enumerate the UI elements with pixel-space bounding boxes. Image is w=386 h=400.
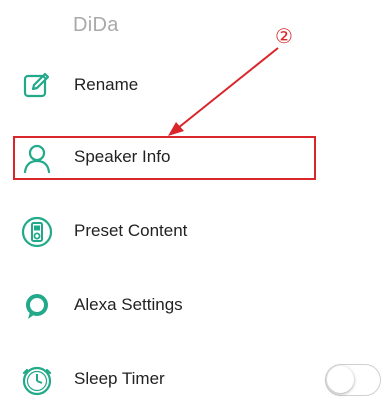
edit-icon <box>21 70 53 102</box>
annotation-arrow <box>168 47 279 136</box>
menu-item-label: Sleep Timer <box>74 369 165 388</box>
menu-item-label: Rename <box>74 75 139 94</box>
alexa-icon <box>21 290 53 322</box>
speaker-device-icon <box>21 216 53 248</box>
annotation-number: ② <box>275 24 293 48</box>
menu-item-speaker-info[interactable]: Speaker Info <box>0 138 386 178</box>
menu-item-rename[interactable]: Rename <box>0 66 386 106</box>
menu-item-label: Speaker Info <box>74 147 171 166</box>
app-title: DiDa <box>73 14 119 36</box>
person-icon <box>21 142 53 174</box>
toggle-knob[interactable] <box>327 366 354 393</box>
menu-item-preset-content[interactable]: Preset Content <box>0 212 386 252</box>
clock-icon <box>21 364 53 396</box>
menu-item-label: Preset Content <box>74 221 188 240</box>
menu-item-alexa-settings[interactable]: Alexa Settings <box>0 286 386 326</box>
menu-item-label: Alexa Settings <box>74 295 183 314</box>
sleep-timer-toggle[interactable] <box>325 364 381 396</box>
